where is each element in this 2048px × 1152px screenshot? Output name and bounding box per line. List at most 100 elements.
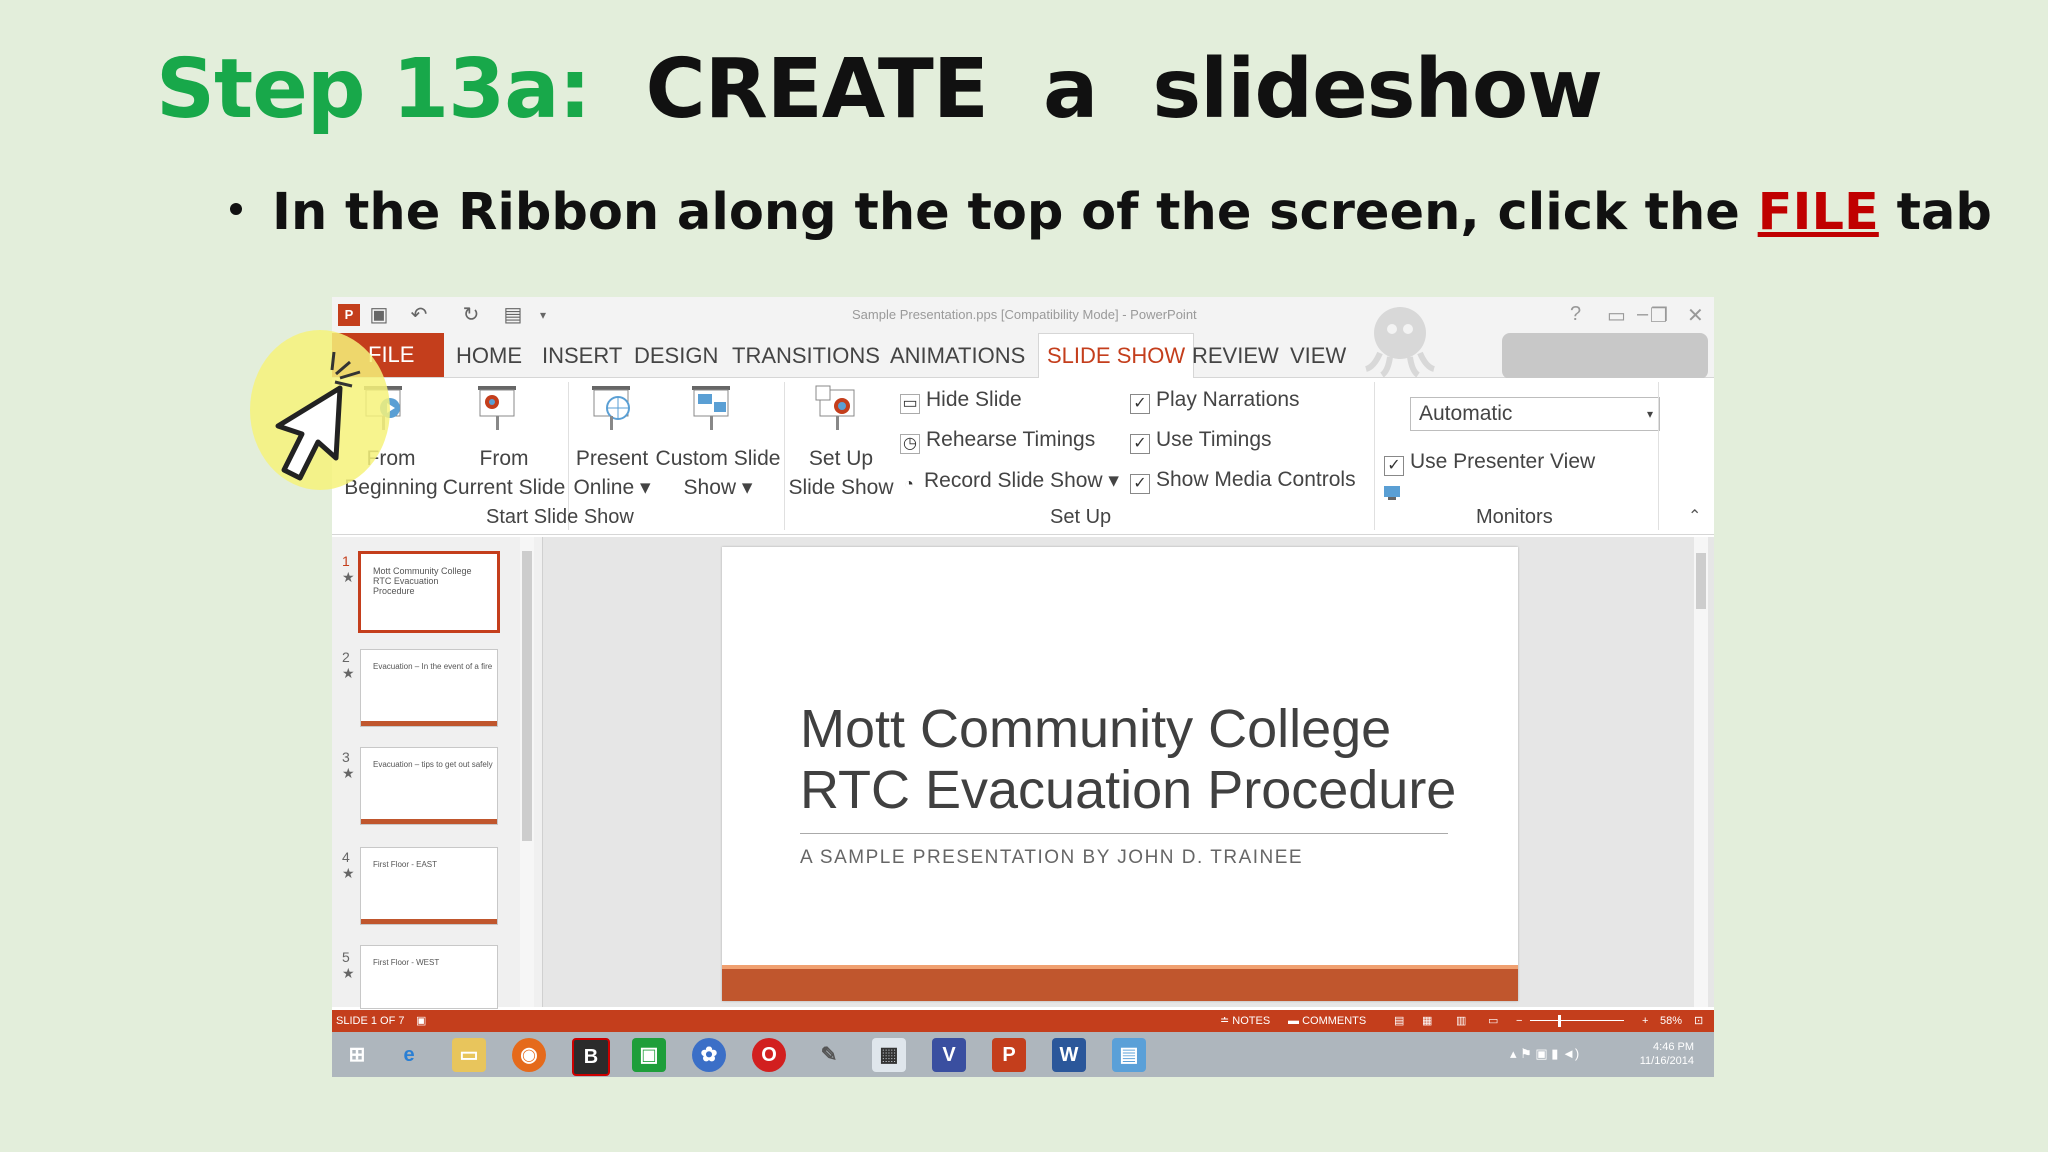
record-icon: ◔	[904, 476, 914, 493]
network-app-icon[interactable]: ✿	[692, 1038, 726, 1072]
minimize-icon[interactable]: –	[1637, 303, 1648, 326]
comments-button[interactable]: ▬ COMMENTS	[1288, 1010, 1366, 1032]
workspace: 1 ★ Mott Community College RTC Evacuatio…	[332, 537, 1714, 1009]
title-main: CREATE a slideshow	[645, 42, 1603, 137]
windows-start-icon[interactable]: ⊞	[340, 1038, 374, 1072]
quick-access-toolbar: P ▣ ↶ ↻ ▤ ▾ Sample Presentation.pps [Com…	[332, 297, 1714, 333]
thumb-number: 2	[342, 649, 350, 665]
normal-view-icon[interactable]: ▤	[1394, 1010, 1404, 1032]
thumb-number: 4	[342, 849, 350, 865]
slide-thumbnails-pane: 1 ★ Mott Community College RTC Evacuatio…	[332, 537, 543, 1009]
customize-qat-icon[interactable]: ▾	[532, 304, 554, 326]
slide-show-view-icon[interactable]: ▭	[1488, 1010, 1498, 1032]
present-online-icon	[592, 386, 630, 430]
tab-animations[interactable]: ANIMATIONS	[890, 343, 1025, 369]
bullet-dot	[230, 203, 242, 215]
b-app-icon[interactable]: B	[572, 1038, 610, 1076]
ribbon-separator	[1658, 382, 1659, 530]
checkmark-icon: ✓	[1384, 456, 1404, 476]
slide-thumbnail[interactable]: First Floor - EAST	[360, 847, 498, 925]
window-title: Sample Presentation.pps [Compatibility M…	[852, 307, 1197, 322]
setup-slide-show-button[interactable]: Set Up Slide Show	[788, 444, 894, 502]
slide-thumbnail[interactable]: Evacuation – In the event of a fire	[360, 649, 498, 727]
store-icon[interactable]: ▣	[632, 1038, 666, 1072]
opera-icon[interactable]: O	[752, 1038, 786, 1072]
redo-icon[interactable]: ↻	[460, 304, 482, 326]
paint-icon[interactable]: ✎	[812, 1038, 846, 1072]
fit-slide-icon[interactable]: ⊡	[1694, 1010, 1703, 1032]
undo-icon[interactable]: ↶	[408, 304, 430, 326]
rehearse-timings-button[interactable]: ◷ Rehearse Timings	[900, 428, 1095, 454]
slide-thumbnail[interactable]: First Floor - WEST	[360, 945, 498, 1009]
setup-slide-show-icon	[815, 385, 855, 430]
checkmark-icon: ✓	[1130, 474, 1150, 494]
reading-view-icon[interactable]: ▥	[1456, 1010, 1466, 1032]
remote-desktop-icon[interactable]: ▤	[1112, 1038, 1146, 1072]
tab-insert[interactable]: INSERT	[542, 343, 622, 369]
star-icon: ★	[342, 965, 355, 981]
tab-home[interactable]: HOME	[456, 343, 522, 369]
slide-counter: SLIDE 1 OF 7	[336, 1015, 405, 1027]
current-slide-canvas[interactable]: Mott Community College RTC Evacuation Pro…	[722, 547, 1518, 1001]
firefox-icon[interactable]: ◉	[512, 1038, 546, 1072]
user-account-area[interactable]	[1502, 333, 1708, 379]
monitors-group-label: Monitors	[1476, 506, 1553, 528]
monitor-select[interactable]: Automatic ▾	[1410, 397, 1660, 431]
spell-check-icon[interactable]: ▣	[416, 1010, 426, 1032]
powerpoint-taskbar-icon[interactable]: P	[992, 1038, 1026, 1072]
system-tray-icons[interactable]: ▴ ⚑ ▣ ▮ ◄)	[1510, 1046, 1579, 1062]
use-presenter-view-checkbox[interactable]: ✓ Use Presenter View	[1384, 450, 1595, 476]
start-slide-show-group-label: Start Slide Show	[486, 506, 634, 528]
ribbon-separator	[1374, 382, 1375, 530]
calculator-icon[interactable]: ▦	[872, 1038, 906, 1072]
custom-slide-show-button[interactable]: Custom Slide Show ▾	[654, 444, 782, 502]
thumbnail-scrollbar[interactable]	[520, 537, 534, 1007]
zoom-out-icon[interactable]: −	[1516, 1010, 1522, 1032]
tab-review[interactable]: REVIEW	[1192, 343, 1279, 369]
restore-icon[interactable]: ❐	[1650, 303, 1668, 328]
internet-explorer-icon[interactable]: e	[392, 1038, 426, 1072]
tab-design[interactable]: DESIGN	[634, 343, 718, 369]
start-from-beginning-icon[interactable]: ▤	[502, 304, 524, 326]
star-icon: ★	[342, 569, 355, 585]
collapse-ribbon-icon[interactable]: ⌃	[1688, 506, 1701, 526]
ribbon-display-icon[interactable]: ▭	[1607, 303, 1626, 328]
zoom-slider[interactable]	[1530, 1020, 1624, 1021]
record-slide-show-button[interactable]: ◔ Record Slide Show ▾	[900, 468, 1119, 494]
slide-thumbnail[interactable]: Evacuation – tips to get out safely	[360, 747, 498, 825]
from-current-slide-icon	[478, 386, 516, 430]
slide-scrollbar[interactable]	[1694, 537, 1708, 1007]
star-icon: ★	[342, 765, 355, 781]
taskbar-clock[interactable]: 4:46 PM 11/16/2014	[1640, 1040, 1694, 1068]
slide-title: Mott Community College RTC Evacuation Pro…	[800, 699, 1457, 820]
rehearse-timings-icon: ◷	[900, 434, 920, 454]
zoom-slider-thumb[interactable]	[1558, 1015, 1561, 1027]
from-current-slide-button[interactable]: From Current Slide	[442, 444, 566, 502]
slide-thumbnail[interactable]: Mott Community College RTC Evacuation Pr…	[358, 551, 500, 633]
save-icon[interactable]: ▣	[368, 304, 390, 326]
ribbon-separator	[784, 382, 785, 530]
show-media-controls-checkbox[interactable]: ✓ Show Media Controls	[1130, 468, 1356, 494]
zoom-level[interactable]: 58%	[1660, 1010, 1682, 1032]
tab-transitions[interactable]: TRANSITIONS	[732, 343, 880, 369]
bullet-file-emphasis: FILE	[1757, 183, 1879, 242]
checkmark-icon: ✓	[1130, 434, 1150, 454]
slide-sorter-icon[interactable]: ▦	[1422, 1010, 1432, 1032]
tab-slide-show[interactable]: SLIDE SHOW	[1038, 333, 1195, 379]
powerpoint-screenshot: P ▣ ↶ ↻ ▤ ▾ Sample Presentation.pps [Com…	[332, 297, 1714, 1077]
word-icon[interactable]: W	[1052, 1038, 1086, 1072]
hide-slide-button[interactable]: ▭ Hide Slide	[900, 388, 1022, 414]
visio-icon[interactable]: V	[932, 1038, 966, 1072]
use-timings-checkbox[interactable]: ✓ Use Timings	[1130, 428, 1272, 454]
bullet-text-end: tab	[1878, 183, 1992, 242]
file-explorer-icon[interactable]: ▭	[452, 1038, 486, 1072]
zoom-in-icon[interactable]: +	[1642, 1010, 1648, 1032]
help-icon[interactable]: ?	[1570, 303, 1581, 326]
mouse-pointer-icon	[250, 330, 390, 490]
checkmark-icon: ✓	[1130, 394, 1150, 414]
close-icon[interactable]: ✕	[1687, 303, 1704, 328]
tab-view[interactable]: VIEW	[1290, 343, 1346, 369]
present-online-button[interactable]: Present Online ▾	[572, 444, 652, 502]
notes-button[interactable]: ≐ NOTES	[1220, 1010, 1270, 1032]
play-narrations-checkbox[interactable]: ✓ Play Narrations	[1130, 388, 1300, 414]
